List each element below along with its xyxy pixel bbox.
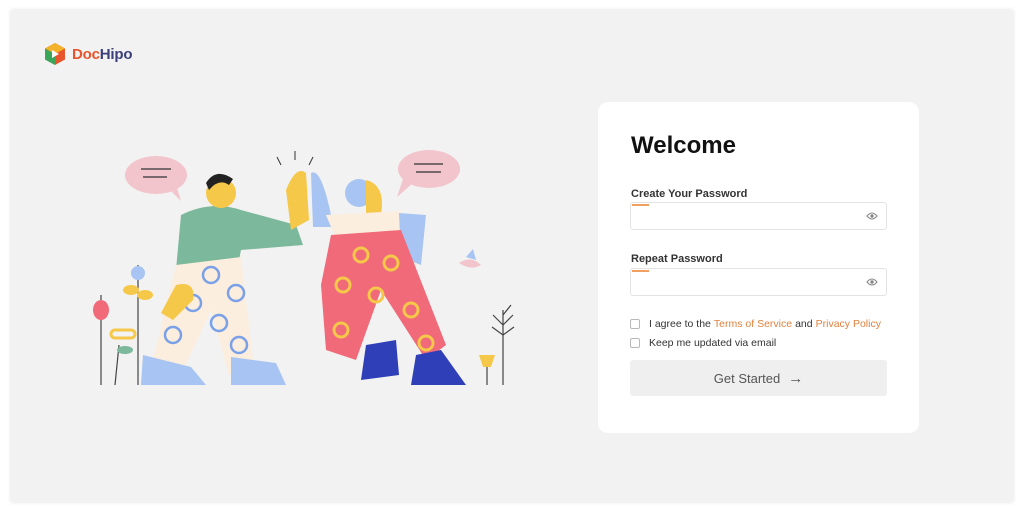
eye-icon[interactable] xyxy=(866,211,878,221)
password-input[interactable] xyxy=(631,203,867,229)
password-field-wrapper xyxy=(630,202,887,230)
repeat-password-field-wrapper xyxy=(630,268,887,296)
updates-label: Keep me updated via email xyxy=(649,337,777,349)
get-started-label: Get Started xyxy=(713,370,781,386)
terms-prefix: I agree to the xyxy=(649,318,711,330)
updates-checkbox[interactable] xyxy=(630,338,640,348)
terms-of-service-link[interactable]: Terms of Service xyxy=(714,318,792,330)
updates-row: Keep me updated via email xyxy=(630,337,776,349)
arrow-right-icon: → xyxy=(788,369,804,387)
privacy-policy-link[interactable]: Privacy Policy xyxy=(816,318,881,330)
high-five-illustration xyxy=(93,150,515,386)
signup-card: Welcome Create Your Password Repeat Pass… xyxy=(598,102,919,433)
get-started-button[interactable]: Get Started → xyxy=(630,360,887,396)
dochipo-logo-icon xyxy=(45,43,65,65)
brand-logo[interactable]: DocHipo xyxy=(44,42,132,66)
terms-and-text: and xyxy=(795,318,813,330)
terms-row: I agree to the Terms of Service and Priv… xyxy=(630,318,884,330)
page-title: Welcome xyxy=(631,132,736,159)
password-label: Create Your Password xyxy=(631,188,748,200)
eye-icon[interactable] xyxy=(866,277,878,287)
brand-name: DocHipo xyxy=(72,45,133,63)
field-accent xyxy=(632,204,649,206)
repeat-password-label: Repeat Password xyxy=(631,253,723,265)
repeat-password-input[interactable] xyxy=(631,269,867,295)
terms-checkbox[interactable] xyxy=(630,319,640,329)
page-background: DocHipo Welcome Create Your Password Rep… xyxy=(11,10,1013,502)
field-accent xyxy=(632,270,649,272)
